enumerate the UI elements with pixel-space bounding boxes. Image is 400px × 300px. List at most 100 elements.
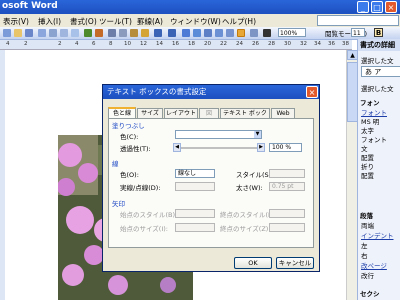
permission-icon[interactable] bbox=[38, 29, 46, 37]
dash-select[interactable] bbox=[175, 182, 215, 191]
paragraph-section[interactable]: 段落 bbox=[360, 210, 373, 220]
format-textbox-dialog: テキスト ボックスの書式設定 × 色と線 サイズ レイアウト 図 テキスト ボッ… bbox=[102, 84, 320, 272]
hyperlink-icon[interactable] bbox=[182, 29, 190, 37]
horizontal-ruler[interactable]: 4 2 2 4 6 8 10 12 14 16 18 20 22 24 26 2… bbox=[0, 40, 352, 50]
columns-icon[interactable] bbox=[226, 29, 234, 37]
preview-icon[interactable] bbox=[71, 29, 79, 37]
section-head[interactable]: セクシ bbox=[360, 288, 380, 298]
insert-table-icon[interactable] bbox=[204, 29, 212, 37]
task-pane-title: 書式の詳細 bbox=[358, 39, 400, 51]
end-size-label: 終点のサイズ(Z): bbox=[220, 225, 271, 233]
maximize-icon[interactable]: □ bbox=[371, 1, 383, 13]
paragraph-value: 左 bbox=[361, 242, 368, 250]
show-hide-icon[interactable] bbox=[263, 29, 271, 37]
ruler-number: 26 bbox=[252, 41, 259, 47]
fill-color-select[interactable]: ▼ bbox=[175, 130, 262, 139]
paragraph-value: 両端 bbox=[361, 222, 374, 230]
document-map-icon[interactable] bbox=[250, 29, 258, 37]
minimize-icon[interactable]: _ bbox=[357, 1, 369, 13]
selected-text-label-2: 選択した文 bbox=[361, 85, 394, 93]
cut-icon[interactable] bbox=[108, 29, 116, 37]
ruler-number: 36 bbox=[328, 41, 335, 47]
ruler-number: 2 bbox=[58, 41, 62, 47]
weight-label: 太さ(W): bbox=[236, 184, 263, 192]
begin-style-select[interactable] bbox=[175, 209, 215, 218]
transparency-input[interactable]: 100 % bbox=[269, 143, 302, 152]
slider-left-icon[interactable]: ◀ bbox=[173, 143, 181, 152]
line-color-select[interactable]: 線なし bbox=[175, 169, 215, 178]
ok-button[interactable]: OK bbox=[234, 257, 272, 269]
mail-icon[interactable] bbox=[49, 29, 57, 37]
ruler-number: 4 bbox=[6, 41, 10, 47]
page-break-link[interactable]: 改ページ bbox=[361, 260, 387, 270]
vertical-ruler bbox=[0, 50, 5, 300]
line-section-label: 線 bbox=[112, 160, 119, 168]
zoom-select[interactable]: 100% bbox=[278, 28, 306, 37]
help-search-box[interactable] bbox=[317, 15, 399, 26]
close-icon[interactable]: × bbox=[385, 1, 397, 13]
ruler-number: 24 bbox=[236, 41, 243, 47]
slider-right-icon[interactable]: ▶ bbox=[257, 143, 265, 152]
print-icon[interactable] bbox=[60, 29, 68, 37]
tab-textbox[interactable]: テキスト ボックス bbox=[220, 108, 270, 127]
font-size-select[interactable]: 11 bbox=[351, 28, 365, 37]
bold-button[interactable]: B bbox=[374, 28, 383, 37]
transparency-slider[interactable]: ◀ ▶ bbox=[173, 143, 265, 152]
new-document-icon[interactable] bbox=[3, 29, 11, 37]
research-icon[interactable] bbox=[95, 29, 103, 37]
font-section[interactable]: フォン bbox=[360, 97, 380, 107]
ruler-number: 14 bbox=[156, 41, 163, 47]
menu-insert[interactable]: 挿入(I) bbox=[38, 16, 61, 27]
paragraph-value: 右 bbox=[361, 252, 368, 260]
ruler-number: 4 bbox=[75, 41, 79, 47]
save-icon[interactable] bbox=[25, 29, 33, 37]
chevron-down-icon: ▼ bbox=[254, 131, 261, 138]
begin-size-select[interactable] bbox=[175, 223, 215, 232]
ruler-number: 22 bbox=[220, 41, 227, 47]
selected-text-label: 選択した文 bbox=[361, 57, 394, 65]
ruler-number: 28 bbox=[268, 41, 275, 47]
arrows-section-label: 矢印 bbox=[112, 200, 125, 208]
copy-icon[interactable] bbox=[119, 29, 127, 37]
cancel-button[interactable]: キャンセル bbox=[276, 257, 314, 269]
end-size-select[interactable] bbox=[269, 223, 305, 232]
tab-web[interactable]: Web bbox=[271, 108, 295, 118]
line-style-select[interactable] bbox=[269, 169, 305, 178]
tab-size[interactable]: サイズ bbox=[137, 108, 163, 118]
menu-window[interactable]: ウィンドウ(W) bbox=[170, 16, 221, 27]
end-style-select[interactable] bbox=[269, 209, 305, 218]
undo-icon[interactable] bbox=[154, 29, 162, 37]
begin-style-label: 始点のスタイル(B): bbox=[120, 211, 178, 219]
ruler-number: 6 bbox=[92, 41, 96, 47]
menu-help[interactable]: ヘルプ(H) bbox=[222, 16, 256, 27]
drawing-icon[interactable] bbox=[237, 29, 245, 37]
line-style-label: スタイル(S): bbox=[236, 171, 274, 179]
spelling-icon[interactable] bbox=[84, 29, 92, 37]
menu-tools[interactable]: ツール(T) bbox=[99, 16, 132, 27]
ruler-number: 20 bbox=[204, 41, 211, 47]
dash-label: 実線/点線(D): bbox=[120, 184, 161, 192]
tables-borders-icon[interactable] bbox=[193, 29, 201, 37]
slider-track bbox=[181, 147, 257, 149]
ruler-number: 8 bbox=[109, 41, 113, 47]
menu-table[interactable]: 罫線(A) bbox=[137, 16, 163, 27]
weight-input[interactable]: 0.75 pt bbox=[269, 182, 305, 191]
ruler-number: 30 bbox=[284, 41, 291, 47]
paste-icon[interactable] bbox=[130, 29, 138, 37]
ruler-number: 18 bbox=[188, 41, 195, 47]
tab-picture[interactable]: 図 bbox=[199, 108, 219, 118]
wrap-value: 配置 bbox=[361, 172, 374, 180]
indent-link[interactable]: インデント bbox=[361, 230, 394, 240]
redo-icon[interactable] bbox=[168, 29, 176, 37]
open-icon[interactable] bbox=[14, 29, 22, 37]
menu-format[interactable]: 書式(O) bbox=[70, 16, 97, 27]
fill-section-label: 塗りつぶし bbox=[112, 122, 145, 130]
style-preview-box[interactable]: あ ア bbox=[361, 66, 400, 77]
menu-view[interactable]: 表示(V) bbox=[3, 16, 29, 27]
insert-excel-icon[interactable] bbox=[215, 29, 223, 37]
line-color-label: 色(O): bbox=[120, 171, 139, 179]
dialog-close-icon[interactable]: × bbox=[306, 86, 318, 98]
tab-layout[interactable]: レイアウト bbox=[164, 108, 198, 118]
format-painter-icon[interactable] bbox=[141, 29, 149, 37]
dialog-title: テキスト ボックスの書式設定 bbox=[103, 85, 319, 99]
